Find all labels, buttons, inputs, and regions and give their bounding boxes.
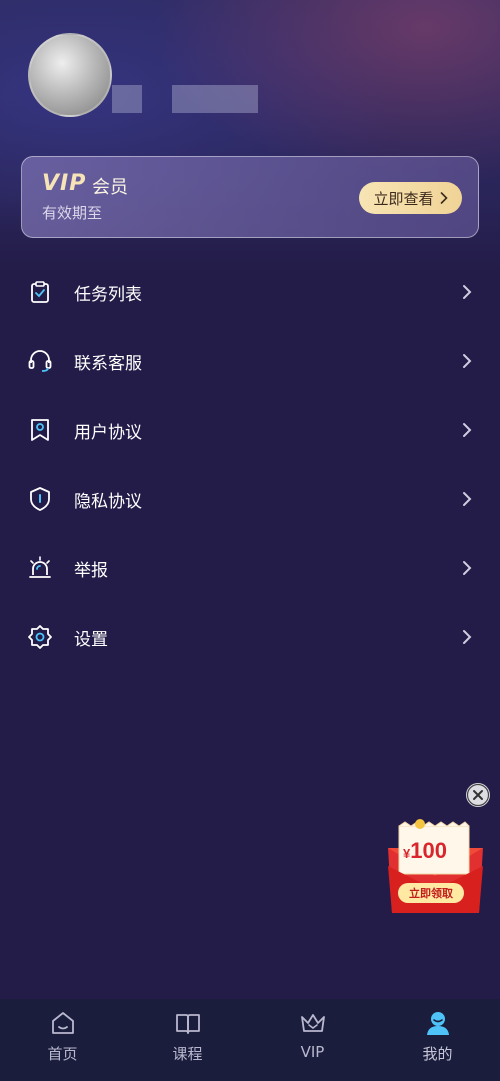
menu-list: 任务列表 联系客服 用户协议 隐私协议 举报 设置 — [0, 258, 500, 672]
chevron-right-icon — [463, 354, 472, 368]
red-packet-icon — [388, 819, 483, 913]
close-icon — [466, 783, 490, 807]
menu-item-label: 任务列表 — [74, 285, 142, 305]
alarm-light-icon — [29, 556, 51, 578]
vip-logo: VIP — [42, 171, 87, 196]
promo-value: 100 — [410, 838, 447, 863]
tab-vip[interactable]: VIP — [250, 999, 375, 1081]
tab-label: 首页 — [47, 1045, 78, 1063]
crown-icon — [300, 1014, 325, 1032]
promo-amount: ¥100 — [403, 838, 447, 864]
menu-item-task-list[interactable]: 任务列表 — [0, 258, 500, 327]
book-icon — [175, 1014, 200, 1034]
tab-label: 我的 — [422, 1045, 453, 1063]
chevron-right-icon — [463, 492, 472, 506]
username-redacted — [112, 85, 142, 113]
clipboard-check-icon — [31, 281, 49, 303]
tab-label: VIP — [300, 1043, 325, 1061]
menu-item-label: 用户协议 — [74, 423, 142, 443]
vip-title: 会员 — [92, 177, 128, 198]
menu-item-label: 举报 — [74, 561, 108, 581]
vip-expiry: 有效期至 — [42, 204, 103, 222]
chevron-right-icon — [440, 192, 448, 204]
tab-mine[interactable]: 我的 — [375, 999, 500, 1081]
bookmark-icon — [31, 419, 49, 441]
menu-item-user-agreement[interactable]: 用户协议 — [0, 396, 500, 465]
menu-item-customer-service[interactable]: 联系客服 — [0, 327, 500, 396]
vip-card[interactable]: VIP 会员 有效期至 立即查看 — [21, 156, 479, 238]
menu-item-privacy-agreement[interactable]: 隐私协议 — [0, 465, 500, 534]
view-vip-button-label: 立即查看 — [373, 189, 434, 208]
promo-red-packet[interactable]: ¥100 立即领取 — [383, 818, 488, 918]
headset-icon — [28, 350, 52, 372]
avatar[interactable] — [28, 33, 112, 117]
chevron-right-icon — [463, 423, 472, 437]
user-icon — [426, 1012, 449, 1035]
bottom-tab-bar: 首页 课程 VIP 我的 — [0, 999, 500, 1081]
user-id-redacted — [172, 85, 258, 113]
menu-item-label: 隐私协议 — [74, 492, 142, 512]
chevron-right-icon — [463, 285, 472, 299]
shield-icon — [30, 487, 50, 511]
chevron-right-icon — [463, 630, 472, 644]
tab-home[interactable]: 首页 — [0, 999, 125, 1081]
tab-courses[interactable]: 课程 — [125, 999, 250, 1081]
promo-close-button[interactable] — [466, 783, 490, 807]
view-vip-button[interactable]: 立即查看 — [359, 182, 462, 214]
claim-now-button[interactable]: 立即领取 — [398, 883, 464, 903]
tab-label: 课程 — [172, 1045, 203, 1063]
home-icon — [51, 1012, 74, 1034]
menu-item-settings[interactable]: 设置 — [0, 603, 500, 672]
menu-item-report[interactable]: 举报 — [0, 534, 500, 603]
menu-item-label: 设置 — [74, 630, 108, 650]
chevron-right-icon — [463, 561, 472, 575]
gear-icon — [28, 625, 52, 649]
menu-item-label: 联系客服 — [74, 354, 142, 374]
